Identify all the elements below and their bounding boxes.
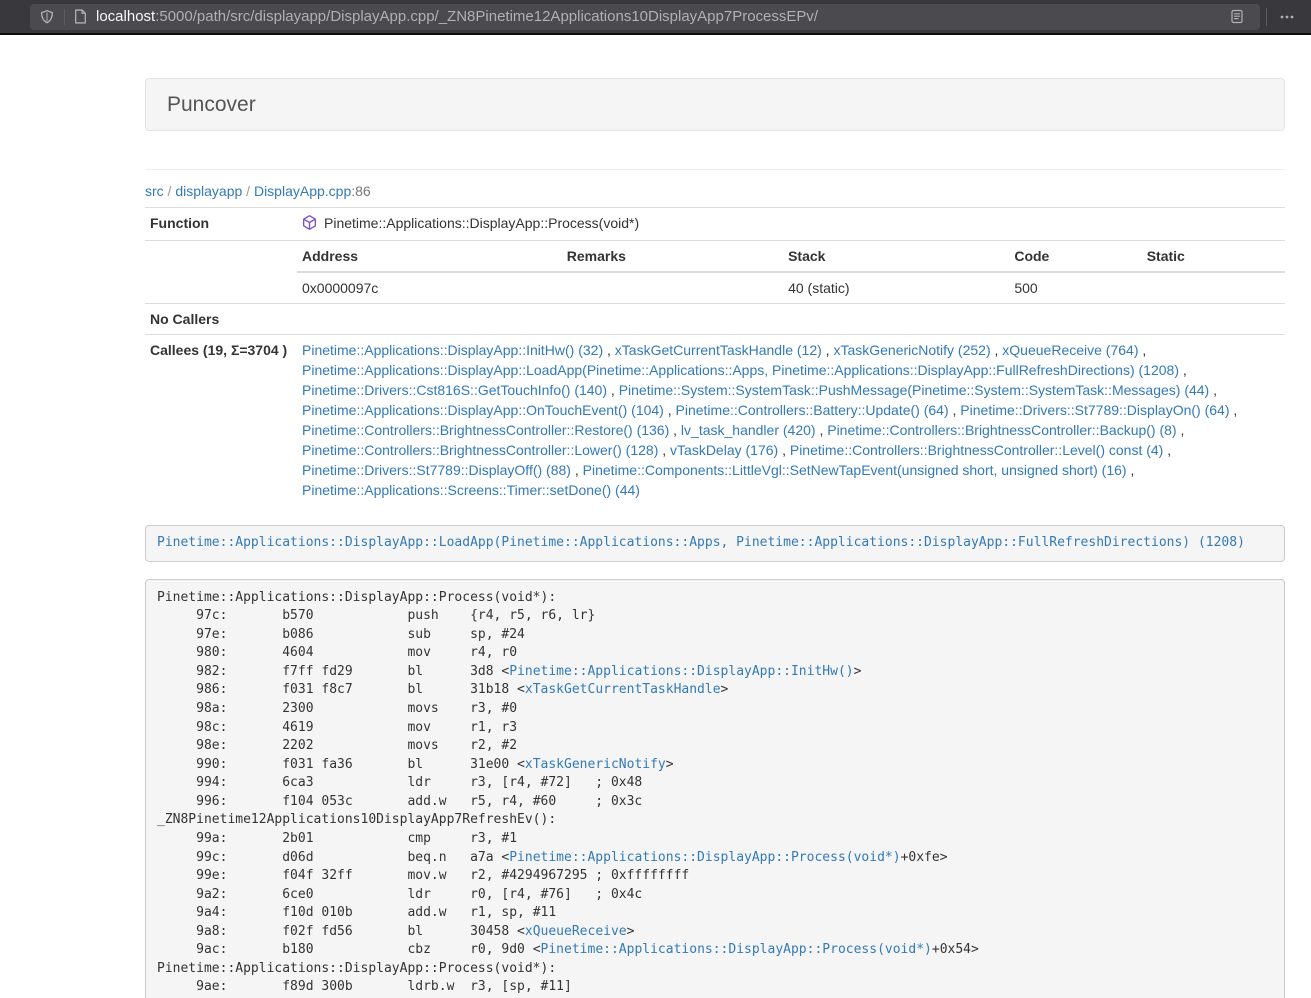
overflow-menu-icon[interactable]	[1273, 4, 1301, 30]
function-label: Function	[145, 208, 297, 241]
callees-row: Callees (19, Σ=3704 ) Pinetime::Applicat…	[145, 335, 1285, 506]
url-text[interactable]: localhost:5000/path/src/displayapp/Displ…	[96, 8, 1223, 25]
column-header-static: Static	[1142, 241, 1285, 272]
page-icon[interactable]	[74, 9, 87, 24]
callee-link[interactable]: Pinetime::Controllers::BrightnessControl…	[302, 422, 669, 438]
stats-row-label	[145, 241, 297, 304]
disassembly-symbol-link[interactable]: xTaskGenericNotify	[525, 757, 666, 772]
function-table: Function Pinetime::Applications::Display…	[145, 207, 1285, 505]
callee-link[interactable]: Pinetime::Applications::DisplayApp::Load…	[302, 362, 1179, 378]
column-header-remarks: Remarks	[562, 241, 783, 272]
disassembly-symbol-link[interactable]: Pinetime::Applications::DisplayApp::Init…	[509, 664, 853, 679]
disassembly: Pinetime::Applications::DisplayApp::Proc…	[145, 579, 1285, 998]
page-container: Puncover src / displayapp / DisplayApp.c…	[145, 35, 1285, 998]
column-header-address: Address	[297, 241, 562, 272]
url-bar[interactable]: localhost:5000/path/src/displayapp/Displ…	[30, 4, 1260, 30]
callee-link[interactable]: xTaskGetCurrentTaskHandle (12)	[615, 342, 822, 358]
disassembly-symbol-link[interactable]: Pinetime::Applications::DisplayApp::Proc…	[509, 850, 900, 865]
callee-link[interactable]: lv_task_handler (420)	[681, 422, 816, 438]
stats-header-row: Address Remarks Stack Code Static	[297, 241, 1285, 272]
url-host: localhost	[96, 8, 155, 25]
disassembly-symbol-link[interactable]: Pinetime::Applications::DisplayApp::Proc…	[541, 942, 932, 957]
callee-link[interactable]: Pinetime::Applications::DisplayApp::OnTo…	[302, 402, 664, 418]
url-path: :5000/path/src/displayapp/DisplayApp.cpp…	[155, 8, 818, 25]
no-callers-cell	[297, 304, 1285, 335]
symbol-highlight-box: Pinetime::Applications::DisplayApp::Load…	[145, 525, 1285, 562]
callee-link[interactable]: Pinetime::Controllers::BrightnessControl…	[302, 442, 658, 458]
callee-link[interactable]: Pinetime::Drivers::St7789::DisplayOff() …	[302, 462, 571, 478]
highlight-symbol-link[interactable]: Pinetime::Applications::DisplayApp::Load…	[157, 535, 1245, 550]
reader-mode-icon[interactable]	[1223, 4, 1251, 30]
toolbar-divider	[1266, 8, 1267, 26]
callee-link[interactable]: vTaskDelay (176)	[670, 442, 778, 458]
breadcrumb-link[interactable]: displayapp	[175, 183, 242, 199]
callee-link[interactable]: Pinetime::Controllers::BrightnessControl…	[790, 442, 1163, 458]
function-row: Function Pinetime::Applications::Display…	[145, 208, 1285, 241]
breadcrumb-link[interactable]: src	[145, 183, 164, 199]
callee-link[interactable]: Pinetime::Controllers::Battery::Update()…	[676, 402, 949, 418]
callee-link[interactable]: Pinetime::Applications::DisplayApp::Init…	[302, 342, 603, 358]
page-title: Puncover	[167, 93, 256, 116]
breadcrumb-separator: /	[164, 183, 176, 199]
disassembly-symbol-link[interactable]: xQueueReceive	[525, 924, 627, 939]
column-header-stack: Stack	[783, 241, 1009, 272]
url-bar-divider	[64, 9, 65, 25]
stats-table: Address Remarks Stack Code Static 0x0000…	[297, 241, 1285, 303]
code-cell: 500	[1009, 272, 1141, 303]
page-title-banner: Puncover	[145, 78, 1285, 131]
callee-link[interactable]: Pinetime::Drivers::St7789::DisplayOn() (…	[960, 402, 1229, 418]
callee-link[interactable]: xQueueReceive (764)	[1002, 342, 1138, 358]
callee-link[interactable]: Pinetime::System::SystemTask::PushMessag…	[619, 382, 1210, 398]
function-name-cell: Pinetime::Applications::DisplayApp::Proc…	[297, 208, 1285, 241]
divider	[145, 169, 1285, 170]
no-callers-row: No Callers	[145, 304, 1285, 335]
callee-link[interactable]: xTaskGenericNotify (252)	[833, 342, 990, 358]
column-header-code: Code	[1009, 241, 1141, 272]
remarks-cell	[562, 272, 783, 303]
browser-toolbar: localhost:5000/path/src/displayapp/Displ…	[0, 0, 1311, 35]
breadcrumb: src / displayapp / DisplayApp.cpp:86	[145, 181, 1285, 201]
stats-cell: Address Remarks Stack Code Static 0x0000…	[297, 241, 1285, 304]
function-name: Pinetime::Applications::DisplayApp::Proc…	[324, 215, 639, 231]
callee-link[interactable]: Pinetime::Drivers::Cst816S::GetTouchInfo…	[302, 382, 607, 398]
shield-icon[interactable]	[39, 9, 55, 25]
callees-label: Callees (19, Σ=3704 )	[145, 335, 297, 506]
stats-row: Address Remarks Stack Code Static 0x0000…	[145, 241, 1285, 304]
callee-link[interactable]: Pinetime::Controllers::BrightnessControl…	[827, 422, 1176, 438]
breadcrumb-separator: /	[242, 183, 254, 199]
address-cell: 0x0000097c	[297, 272, 562, 303]
stats-values-row: 0x0000097c 40 (static) 500	[297, 272, 1285, 303]
cube-icon	[302, 215, 317, 235]
callee-link[interactable]: Pinetime::Components::LittleVgl::SetNewT…	[583, 462, 1127, 478]
stack-cell: 40 (static)	[783, 272, 1009, 303]
callees-cell: Pinetime::Applications::DisplayApp::Init…	[297, 335, 1285, 506]
breadcrumb-link[interactable]: DisplayApp.cpp	[254, 183, 351, 199]
callee-link[interactable]: Pinetime::Applications::Screens::Timer::…	[302, 482, 640, 498]
breadcrumb-line-number: :86	[351, 183, 370, 199]
disassembly-symbol-link[interactable]: xTaskGetCurrentTaskHandle	[525, 682, 721, 697]
static-cell	[1142, 272, 1285, 303]
no-callers-label: No Callers	[145, 304, 297, 335]
